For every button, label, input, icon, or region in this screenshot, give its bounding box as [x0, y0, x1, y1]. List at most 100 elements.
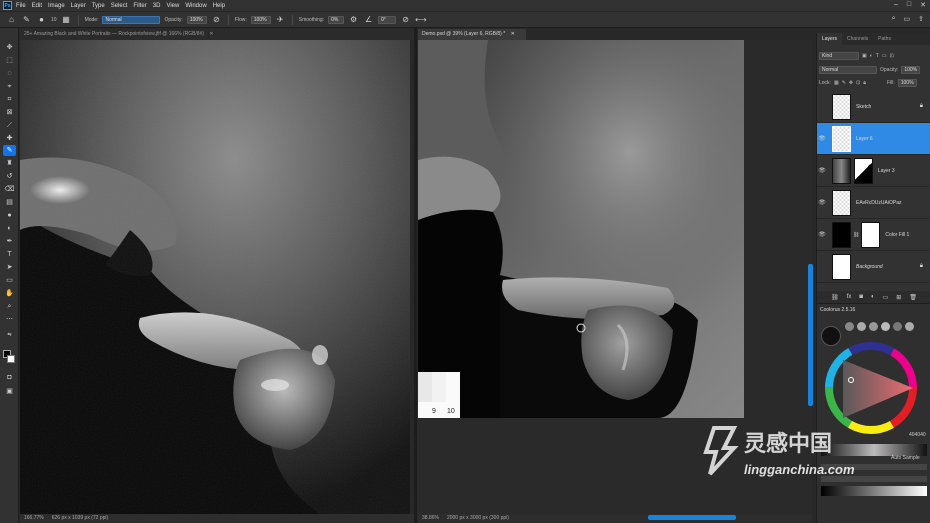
vertical-scrollbar[interactable]: [808, 264, 813, 406]
new-group-icon[interactable]: ▭: [883, 294, 889, 301]
layer-mask-thumbnail[interactable]: [854, 157, 873, 184]
angle-field[interactable]: 0°: [378, 15, 397, 24]
layer-mask-thumbnail[interactable]: [861, 221, 881, 248]
stamp-tool-icon[interactable]: ♜: [3, 158, 16, 169]
hand-tool-icon[interactable]: ✋: [3, 288, 16, 299]
eye-icon[interactable]: 👁︎: [817, 199, 827, 206]
menu-3d[interactable]: 3D: [153, 3, 161, 9]
zoom-tool-icon[interactable]: ⌕: [3, 301, 16, 312]
layer-row[interactable]: 👁︎ ⛓︎ Color Fill 1: [817, 219, 930, 251]
pane-divider[interactable]: [414, 28, 417, 523]
lock-move-icon[interactable]: ✥: [849, 80, 853, 86]
zoom-level[interactable]: 166.77%: [24, 514, 44, 523]
eraser-tool-icon[interactable]: ⌫: [3, 184, 16, 195]
symmetry-icon[interactable]: ⟷: [415, 15, 426, 24]
gear-icon[interactable]: ⚙: [348, 15, 359, 24]
menu-layer[interactable]: Layer: [71, 3, 86, 9]
lock-pixels-icon[interactable]: ▦: [834, 80, 839, 86]
share-icon[interactable]: ⇪: [918, 15, 924, 23]
eye-icon[interactable]: 👁︎: [817, 135, 827, 142]
hex-value[interactable]: 404040: [909, 432, 926, 438]
swap-colors-icon[interactable]: ⇆: [3, 330, 16, 341]
brush-settings-icon[interactable]: ▦: [61, 15, 72, 24]
lock-artboard-icon[interactable]: ⊡: [856, 80, 860, 86]
flow-field[interactable]: 100%: [250, 15, 271, 24]
quick-mask-icon[interactable]: ◘: [3, 372, 16, 383]
screen-mode-icon[interactable]: ▣: [3, 386, 16, 397]
preset-swatch[interactable]: [845, 322, 854, 331]
gradient-tool-icon[interactable]: ▤: [3, 197, 16, 208]
menu-select[interactable]: Select: [111, 3, 128, 9]
home-icon[interactable]: ⌂: [6, 15, 17, 24]
add-mask-icon[interactable]: ◙: [859, 294, 863, 300]
layer-row[interactable]: 👁︎ Layer 6: [817, 123, 930, 155]
menu-help[interactable]: Help: [213, 3, 225, 9]
move-tool-icon[interactable]: ✥: [3, 42, 16, 53]
layer-row[interactable]: 👁︎ Layer 3: [817, 155, 930, 187]
brush-tool-icon[interactable]: ✎: [21, 15, 32, 24]
pressure-opacity-icon[interactable]: ⊘: [211, 15, 222, 24]
blend-mode-select[interactable]: Normal: [819, 65, 877, 74]
filter-kind-select[interactable]: Kind: [819, 51, 859, 60]
tab-layers[interactable]: Layers: [817, 33, 843, 45]
pen-tool-icon[interactable]: ✒: [3, 236, 16, 247]
filter-smart-icon[interactable]: ⊡: [890, 53, 894, 59]
fx-icon[interactable]: fx: [847, 294, 852, 300]
eye-icon[interactable]: 👁︎: [817, 167, 827, 174]
close-icon[interactable]: ✕: [920, 1, 926, 9]
link-layers-icon[interactable]: ⛓︎: [831, 294, 839, 301]
dodge-tool-icon[interactable]: ◐: [3, 223, 16, 234]
fill-field[interactable]: 100%: [897, 78, 917, 87]
menu-view[interactable]: View: [166, 3, 179, 9]
brush-tool-icon[interactable]: ✎: [3, 145, 16, 156]
airbrush-icon[interactable]: ✈: [275, 15, 286, 24]
layer-row[interactable]: 👁︎ EAvRcDUzUAiOPaz: [817, 187, 930, 219]
value-gradient[interactable]: [821, 486, 927, 496]
history-brush-tool-icon[interactable]: ↺: [3, 171, 16, 182]
link-icon[interactable]: ⛓︎: [853, 232, 859, 238]
opacity-field[interactable]: 100%: [901, 65, 921, 74]
tab-demo-psd[interactable]: Demo.psd @ 39% (Layer 6, RGB/8) * ✕: [418, 29, 526, 40]
preset-swatch[interactable]: [905, 322, 914, 331]
close-icon[interactable]: ✕: [511, 31, 515, 37]
marquee-tool-icon[interactable]: ⬚: [3, 55, 16, 66]
menu-filter[interactable]: Filter: [133, 3, 146, 9]
minimize-icon[interactable]: –: [894, 1, 898, 9]
filter-pixel-icon[interactable]: ▣: [862, 53, 867, 59]
color-wheel[interactable]: [821, 338, 921, 438]
layer-row[interactable]: Background 🔒︎: [817, 251, 930, 283]
layer-row[interactable]: Sketch 🔒︎: [817, 91, 930, 123]
mode-select[interactable]: Normal: [102, 15, 161, 24]
lock-paint-icon[interactable]: ✎: [842, 80, 846, 86]
delete-layer-icon[interactable]: 🗑︎: [909, 294, 917, 301]
opacity-field[interactable]: 100%: [186, 15, 207, 24]
background-color-swatch[interactable]: [7, 355, 15, 363]
eye-icon[interactable]: 👁︎: [817, 231, 827, 238]
menu-edit[interactable]: Edit: [32, 3, 42, 9]
maximize-icon[interactable]: □: [907, 1, 911, 9]
tab-channels[interactable]: Channels: [842, 33, 873, 45]
pressure-size-icon[interactable]: ⊘: [400, 15, 411, 24]
menu-image[interactable]: Image: [48, 3, 65, 9]
preset-swatch[interactable]: [893, 322, 902, 331]
preset-swatch[interactable]: [869, 322, 878, 331]
filter-adjust-icon[interactable]: ◐: [870, 53, 873, 59]
reference-photo-canvas[interactable]: [20, 40, 410, 514]
tab-paths[interactable]: Paths: [873, 33, 896, 45]
filter-type-icon[interactable]: T: [876, 53, 879, 59]
preset-swatch[interactable]: [881, 322, 890, 331]
lasso-tool-icon[interactable]: ◌: [3, 68, 16, 79]
brush-preset-icon[interactable]: ●: [36, 15, 47, 24]
workspace-icon[interactable]: ▭: [904, 15, 911, 23]
more-tools-icon[interactable]: ⋯: [3, 314, 16, 325]
adjustment-layer-icon[interactable]: ◐: [871, 294, 875, 300]
quick-select-tool-icon[interactable]: ⌖: [3, 81, 16, 92]
type-tool-icon[interactable]: T: [3, 249, 16, 260]
filter-shape-icon[interactable]: ▭: [882, 53, 887, 59]
crop-tool-icon[interactable]: ⌗: [3, 94, 16, 105]
photoshop-logo[interactable]: Ps: [3, 1, 12, 10]
frame-tool-icon[interactable]: ⊠: [3, 107, 16, 118]
path-select-tool-icon[interactable]: ➤: [3, 262, 16, 273]
new-layer-icon[interactable]: ⊞: [896, 294, 901, 301]
menu-type[interactable]: Type: [92, 3, 105, 9]
